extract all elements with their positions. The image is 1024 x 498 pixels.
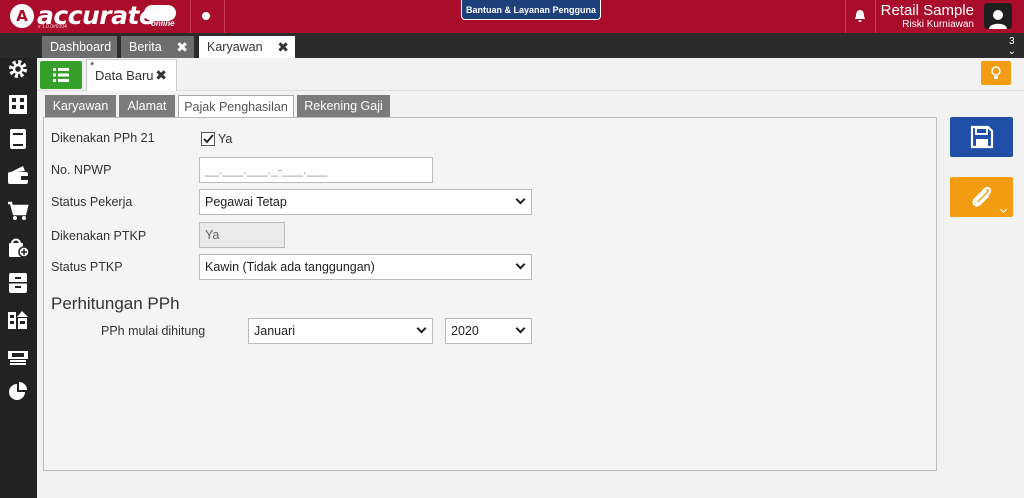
start-year-select[interactable]: 2020	[445, 318, 532, 344]
wallet-icon[interactable]	[7, 164, 29, 186]
status-pekerja-select[interactable]: Pegawai Tetap	[199, 189, 532, 215]
tab-dashboard[interactable]: Dashboard	[42, 36, 117, 58]
settings-icon[interactable]	[7, 58, 29, 80]
subtab-label: Pajak Penghasilan	[184, 100, 288, 114]
close-icon[interactable]: ✖	[176, 39, 188, 56]
avatar[interactable]	[984, 3, 1012, 29]
status-ptkp-label: Status PTKP	[51, 260, 123, 274]
help-button[interactable]: Bantuan & Layanan Pengguna	[461, 0, 601, 20]
app-version: v 1.0.0#9104	[38, 24, 67, 30]
document-tab-data-baru[interactable]: * Data Baru ✖	[86, 59, 177, 91]
pph21-checkbox-label[interactable]: Ya	[218, 132, 232, 146]
chevron-down-icon	[515, 259, 526, 270]
paperclip-icon	[971, 186, 991, 207]
start-month-select[interactable]: Januari	[248, 318, 433, 344]
divider	[190, 0, 191, 33]
close-icon[interactable]: ✖	[155, 67, 167, 84]
tax-icon[interactable]	[7, 344, 29, 366]
tab-label: Karyawan	[207, 40, 263, 54]
status-dot-icon[interactable]	[202, 12, 210, 20]
logo-suffix: online	[151, 19, 175, 28]
pph21-label: Dikenakan PPh 21	[51, 131, 155, 145]
document-tab-label: Data Baru	[95, 68, 154, 83]
warehouse-icon[interactable]	[7, 308, 29, 330]
status-pekerja-label: Status Pekerja	[51, 195, 133, 209]
subtab-label: Rekening Gaji	[304, 99, 383, 113]
subtab-label: Karyawan	[52, 99, 109, 113]
divider	[875, 0, 876, 33]
subtab-label: Alamat	[127, 99, 167, 113]
npwp-input[interactable]: __.___.___._-___.___	[199, 157, 433, 183]
close-icon[interactable]: ✖	[277, 39, 289, 56]
tab-label: Berita	[129, 40, 162, 54]
attachment-button[interactable]	[950, 177, 1013, 217]
checkmark-icon	[202, 134, 214, 144]
subtab-rekening-gaji[interactable]: Rekening Gaji	[297, 95, 390, 117]
list-view-button[interactable]	[40, 61, 82, 89]
chevron-down-icon	[515, 194, 526, 205]
top-bar: A accurate online v 1.0.0#9104 Bantuan &…	[0, 0, 1024, 33]
chevron-down-icon: ⌄	[1007, 46, 1016, 57]
tab-berita[interactable]: Berita ✖	[121, 36, 194, 58]
tab-karyawan[interactable]: Karyawan ✖	[199, 36, 295, 58]
npwp-placeholder: __.___.___._-___.___	[205, 163, 328, 177]
building-icon[interactable]	[7, 93, 29, 115]
ptkp-label: Dikenakan PTKP	[51, 229, 147, 243]
section-title: Perhitungan PPh	[51, 294, 180, 313]
sidebar	[0, 58, 37, 498]
ptkp-field: Ya	[199, 222, 285, 248]
chevron-down-icon	[416, 323, 427, 334]
tips-button[interactable]	[981, 61, 1011, 85]
start-year-value: 2020	[451, 324, 479, 338]
ptkp-value: Ya	[205, 228, 220, 242]
user-name: Riski Kurniawan	[902, 19, 974, 30]
document-toolbar	[37, 58, 1024, 91]
subtab-alamat[interactable]: Alamat	[119, 95, 175, 117]
cart-icon[interactable]	[7, 200, 29, 222]
shopping-bag-icon[interactable]	[7, 236, 29, 258]
save-button[interactable]	[950, 117, 1013, 157]
divider	[845, 0, 846, 33]
user-icon	[989, 10, 1007, 29]
subtab-karyawan[interactable]: Karyawan	[45, 95, 116, 117]
floppy-disk-icon	[970, 125, 993, 149]
unsaved-marker: *	[90, 60, 95, 72]
company-name: Retail Sample	[880, 2, 974, 19]
start-month-value: Januari	[254, 324, 295, 338]
bell-icon[interactable]	[854, 9, 866, 23]
lightbulb-icon	[991, 66, 1001, 79]
company-info[interactable]: Retail Sample Riski Kurniawan	[880, 2, 974, 31]
tab-label: Dashboard	[50, 40, 112, 54]
list-icon	[53, 68, 69, 82]
status-ptkp-value: Kawin (Tidak ada tanggungan)	[205, 260, 375, 274]
chevron-down-icon	[999, 205, 1008, 214]
ledger-icon[interactable]	[7, 128, 29, 150]
npwp-label: No. NPWP	[51, 163, 112, 177]
chevron-down-icon	[515, 323, 526, 334]
app-logo[interactable]: A accurate online v 1.0.0#9104	[0, 0, 190, 33]
archive-icon[interactable]	[7, 272, 29, 294]
subtab-pajak-penghasilan[interactable]: Pajak Penghasilan	[178, 95, 294, 118]
open-tab-count[interactable]: 3 ⌄	[1008, 37, 1016, 57]
divider	[224, 0, 225, 33]
module-tab-bar: Dashboard Berita ✖ Karyawan ✖ 3 ⌄	[0, 33, 1024, 58]
pph-start-label: PPh mulai dihitung	[101, 324, 206, 338]
pie-chart-icon[interactable]	[7, 380, 29, 402]
status-ptkp-select[interactable]: Kawin (Tidak ada tanggungan)	[199, 254, 532, 280]
status-pekerja-value: Pegawai Tetap	[205, 195, 287, 209]
logo-mark: A	[10, 4, 34, 28]
pph21-checkbox[interactable]	[201, 132, 215, 146]
